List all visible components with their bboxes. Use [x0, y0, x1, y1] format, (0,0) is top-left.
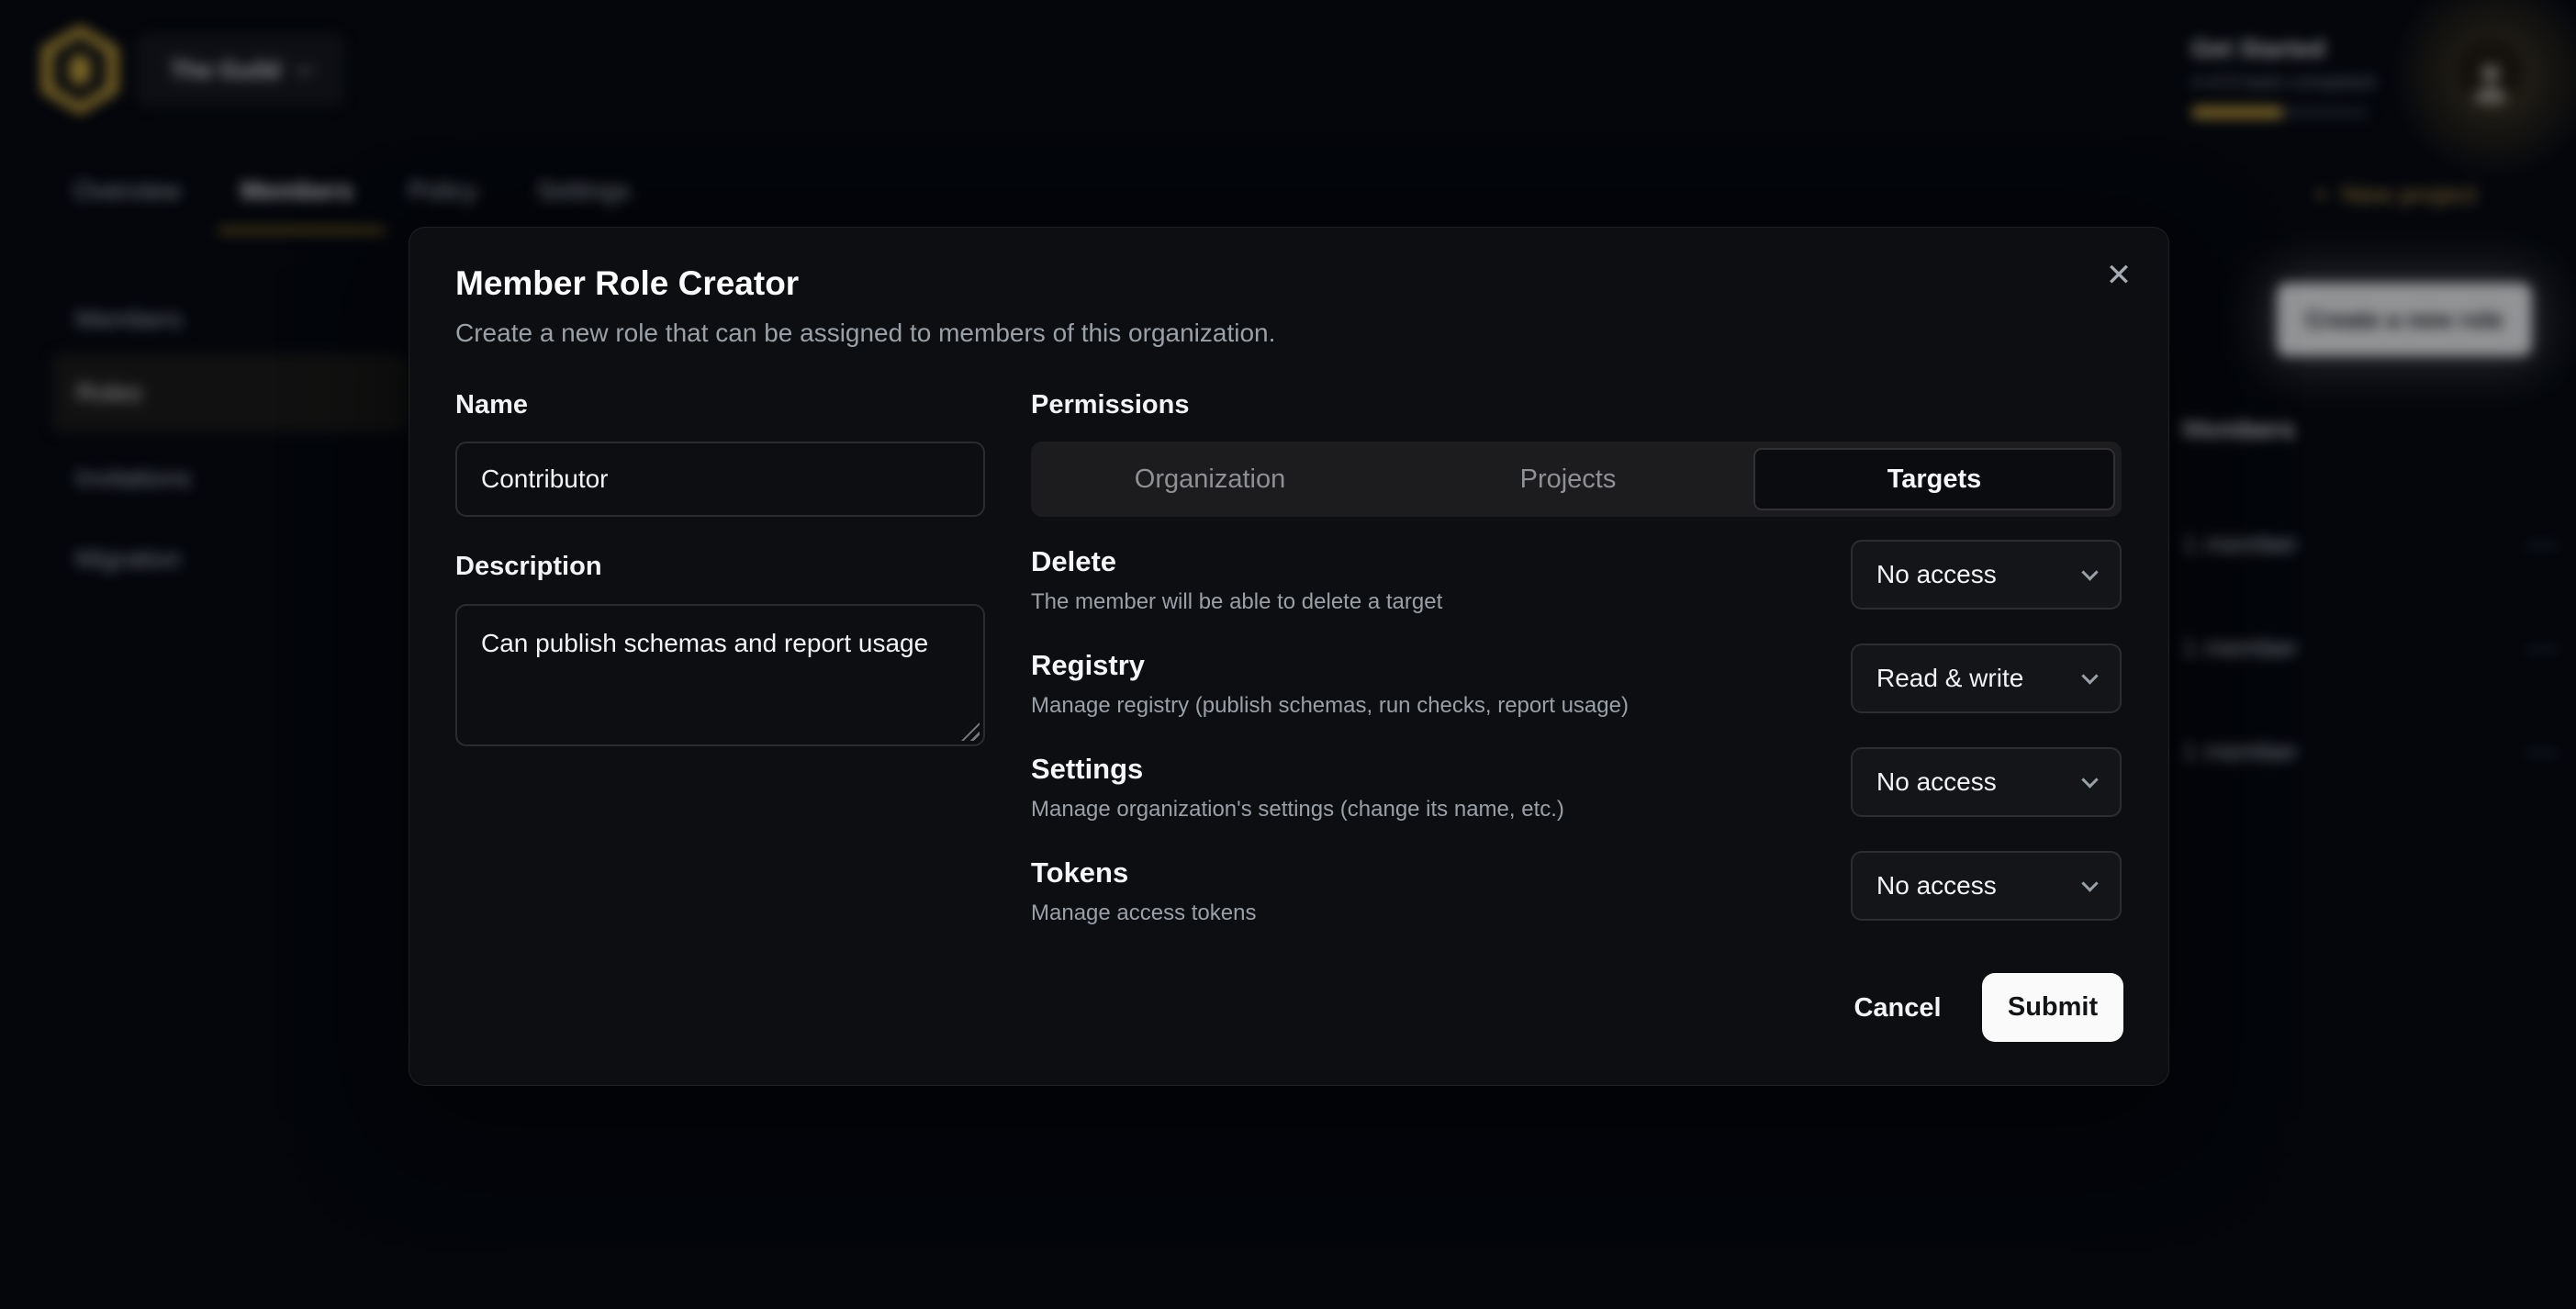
- description-label: Description: [455, 552, 602, 582]
- permissions-tabs: Organization Projects Targets: [1031, 442, 2122, 517]
- permission-row-settings: Settings Manage organization's settings …: [1031, 753, 2122, 845]
- tab-targets[interactable]: Targets: [1753, 448, 2115, 510]
- chevron-down-icon: [2081, 771, 2098, 788]
- name-label: Name: [455, 390, 528, 420]
- tab-organization[interactable]: Organization: [1031, 442, 1389, 517]
- name-input[interactable]: [455, 442, 985, 517]
- member-role-creator-modal: Member Role Creator Create a new role th…: [409, 227, 2169, 1086]
- description-textarea[interactable]: Can publish schemas and report usage: [455, 604, 985, 746]
- chevron-down-icon: [2081, 667, 2098, 684]
- cancel-button[interactable]: Cancel: [1838, 976, 1957, 1040]
- delete-access-select[interactable]: No access: [1851, 540, 2122, 610]
- permission-row-delete: Delete The member will be able to delete…: [1031, 545, 2122, 637]
- permission-row-registry: Registry Manage registry (publish schema…: [1031, 649, 2122, 741]
- registry-access-select[interactable]: Read & write: [1851, 643, 2122, 713]
- chevron-down-icon: [2081, 875, 2098, 891]
- close-icon[interactable]: ✕: [2095, 252, 2143, 299]
- chevron-down-icon: [2081, 564, 2098, 580]
- select-value: No access: [1876, 767, 1997, 797]
- select-value: No access: [1876, 560, 1997, 589]
- tab-projects[interactable]: Projects: [1389, 442, 1747, 517]
- permission-row-tokens: Tokens Manage access tokens No access: [1031, 856, 2122, 948]
- select-value: Read & write: [1876, 664, 2023, 693]
- tokens-access-select[interactable]: No access: [1851, 851, 2122, 921]
- modal-title: Member Role Creator: [455, 264, 799, 303]
- modal-subtitle: Create a new role that can be assigned t…: [455, 319, 1275, 348]
- settings-access-select[interactable]: No access: [1851, 747, 2122, 817]
- app-root: The Guild Get Started 4 of 8 tasks compl…: [0, 0, 2576, 1309]
- select-value: No access: [1876, 871, 1997, 901]
- permissions-label: Permissions: [1031, 390, 1189, 420]
- submit-button[interactable]: Submit: [1982, 973, 2123, 1042]
